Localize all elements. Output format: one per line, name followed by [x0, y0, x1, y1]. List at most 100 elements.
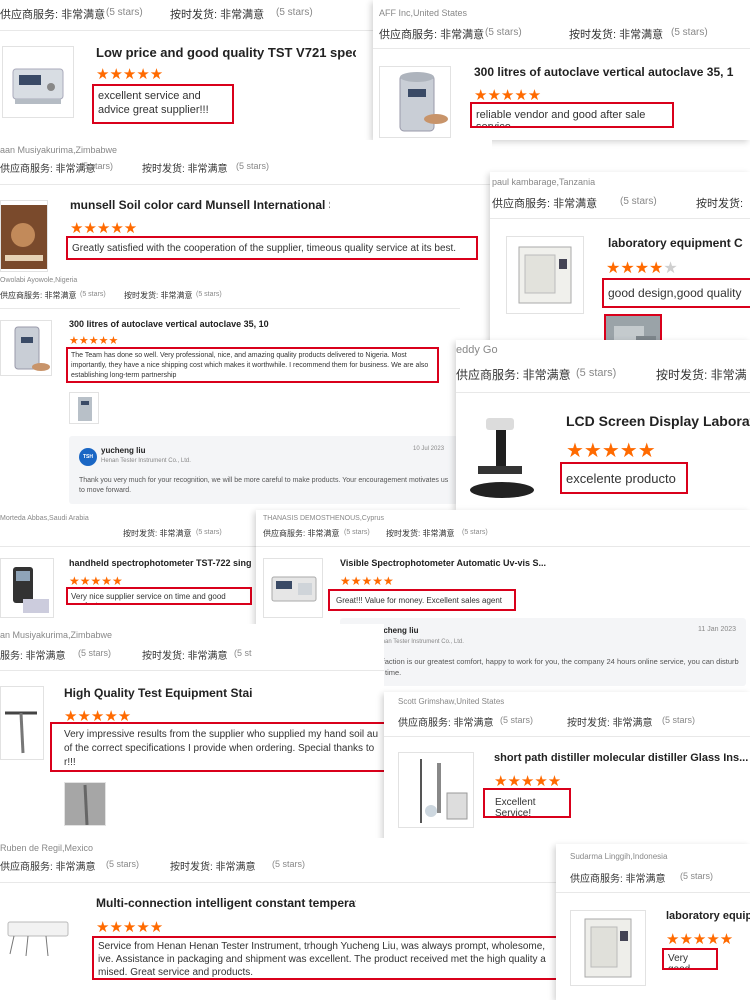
product-image[interactable] — [462, 414, 540, 502]
product-title[interactable]: short path distiller molecular distiller… — [494, 752, 750, 764]
product-title[interactable]: laboratory equip — [666, 910, 750, 922]
divider — [0, 882, 556, 883]
autoclave-image — [14, 326, 50, 371]
divider — [0, 546, 256, 547]
product-image[interactable] — [570, 910, 646, 986]
delivery-rating-stars: (5 stars) — [671, 27, 708, 38]
review-card-10: Scott Grimshaw,United States 供应商服务: 非常满意… — [384, 692, 750, 844]
delivery-rating-label: 按时发货: 非常满意 — [567, 718, 653, 729]
divider — [556, 892, 750, 893]
review-text: excellent service and advice great suppl… — [92, 84, 234, 124]
reviewer-name: THANASIS DEMOSTHENOUS,Cyprus — [263, 515, 384, 522]
rating-stars: ★★★★★ — [96, 66, 164, 83]
delivery-rating-label: 按时发货: 非常满意 — [170, 862, 256, 873]
delivery-rating-label: 按时发货: 非常满意 — [170, 9, 265, 21]
delivery-rating-stars: (5 stars) — [196, 291, 222, 298]
product-title[interactable]: laboratory equipment C — [608, 236, 750, 250]
delivery-rating-label: 按时发货: 非常满 — [656, 368, 747, 382]
reviewer-name: AFF Inc,United States — [379, 8, 468, 18]
divider — [0, 670, 384, 671]
reviewer-name: Sudarma Linggih,Indonesia — [570, 852, 668, 861]
product-image[interactable] — [2, 46, 74, 118]
service-rating-label: 供应商服务: 非常满意 — [456, 368, 571, 382]
rating-stars: ★★★★★ — [666, 931, 734, 948]
delivery-rating-label: 按时发货: 非常满意 — [142, 164, 228, 175]
product-title[interactable]: High Quality Test Equipment Stainle — [64, 686, 252, 700]
product-image[interactable] — [263, 558, 323, 618]
product-title[interactable]: Multi-connection intelligent constant te… — [96, 896, 356, 910]
supplier-reply: TSH yucheng liu Henan Tester Instrument … — [69, 436, 458, 504]
product-title[interactable]: LCD Screen Display Laborato — [566, 413, 750, 429]
product-image[interactable] — [0, 320, 52, 376]
product-title[interactable]: 300 litres of autoclave vertical autocla… — [474, 65, 734, 79]
soil-auger-image — [5, 711, 37, 754]
divider — [384, 736, 750, 737]
service-rating-stars: (5 stars) — [80, 161, 114, 171]
review-card-7: Morteda Abbas,Saudi Arabia 按时发货: 非常满意 (5… — [0, 510, 256, 628]
product-title[interactable]: Low price and good quality TST V721 spec… — [96, 45, 356, 60]
delivery-rating-stars: (5 stars) — [276, 7, 313, 18]
review-card-9: an Musiyakurima,Zimbabwe 服务: 非常满意 (5 sta… — [0, 624, 384, 838]
review-text: reliable vendor and good after sale serv… — [470, 102, 674, 128]
thermostat-image — [7, 921, 69, 957]
product-title[interactable]: handheld spectrophotometer TST-722 singl… — [69, 558, 252, 568]
delivery-rating-stars: (5 stars) — [272, 859, 306, 869]
review-text: Great!!! Value for money. Excellent sale… — [328, 589, 516, 611]
service-rating-stars: (5 stars) — [620, 196, 657, 207]
delivery-rating-label: 按时发货: 非常满意 — [569, 29, 664, 41]
product-image[interactable] — [398, 752, 474, 828]
service-rating-label: 供应商服务: 非常满意 — [570, 874, 666, 885]
company-logo-icon: TSH — [79, 448, 97, 466]
service-rating-stars: (5 stars) — [78, 648, 112, 658]
product-title[interactable]: 300 litres of autoclave vertical autocla… — [69, 319, 269, 329]
divider — [490, 218, 750, 219]
review-text: The Team has done so well. Very professi… — [66, 347, 439, 383]
reviewer-name: paul kambarage,Tanzania — [492, 177, 596, 187]
service-rating-label: 供应商服务: 非常满意 — [492, 198, 598, 210]
review-text: Very impressive results from the supplie… — [50, 722, 384, 772]
review-text: Service from Henan Henan Tester Instrume… — [92, 936, 556, 980]
product-image[interactable] — [379, 66, 451, 138]
service-rating-stars: (5 stars) — [576, 367, 617, 379]
divider — [256, 546, 750, 547]
product-title[interactable]: munsell Soil color card Munsell Internat… — [70, 198, 330, 212]
delivery-rating-stars: (5 stars) — [236, 161, 270, 171]
review-card-2: AFF Inc,United States 供应商服务: 非常满意 (5 sta… — [373, 0, 750, 140]
reviewer-name: Morteda Abbas,Saudi Arabia — [0, 515, 89, 522]
review-card-5: Owolabi Ayowole,Nigeria 供应商服务: 非常满意 (5 s… — [0, 272, 460, 510]
product-image[interactable] — [0, 686, 44, 760]
delivery-rating-stars: (5 stars) — [662, 715, 696, 725]
oven-image — [584, 918, 632, 978]
delivery-rating-label: 按时发货: 非常满意 — [386, 529, 455, 538]
review-card-6: eddy Go 供应商服务: 非常满意 (5 stars) 按时发货: 非常满 … — [456, 340, 750, 510]
product-image[interactable] — [0, 200, 48, 272]
review-card-12: Sudarma Linggih,Indonesia 供应商服务: 非常满意 (5… — [556, 844, 750, 1000]
reviewer-name: Ruben de Regil,Mexico — [0, 843, 94, 853]
product-image[interactable] — [506, 236, 584, 314]
divider — [0, 308, 460, 309]
review-photo-image — [78, 397, 92, 421]
reply-author: yucheng liu — [101, 446, 146, 455]
service-rating-label: 供应商服务: 非常满意 — [379, 29, 485, 41]
product-image[interactable] — [0, 898, 74, 972]
product-title[interactable]: Visible Spectrophotometer Automatic Uv-v… — [340, 558, 550, 568]
reply-date: 10 Jul 2023 — [413, 446, 445, 452]
delivery-rating-label: 按时发货: 非常满意 — [142, 651, 228, 662]
review-text: Greatly satisfied with the cooperation o… — [66, 236, 478, 260]
review-photo-image — [65, 783, 105, 825]
reviewer-name: Owolabi Ayowole,Nigeria — [0, 277, 78, 284]
supplier-reply: TSH yucheng liu Henan Tester Instrument … — [340, 618, 746, 686]
delivery-rating-label: 按时发货: 非常满意 — [124, 291, 193, 300]
reply-date: 11 Jan 2023 — [698, 626, 737, 633]
review-photo[interactable] — [69, 392, 99, 424]
divider — [0, 30, 378, 31]
service-rating-stars: (5 stars) — [106, 7, 143, 18]
service-rating-stars: (5 stars) — [680, 871, 714, 881]
service-rating-label: 服务: 非常满意 — [0, 651, 66, 662]
reply-text: Thank you very much for your recognition… — [79, 477, 449, 494]
review-text: Very nice supplier service on time and g… — [66, 587, 252, 605]
delivery-rating-label: 按时发货: 非常满意 — [123, 529, 192, 538]
rating-stars: ★★★★★ — [606, 260, 678, 277]
product-image[interactable] — [0, 558, 54, 618]
review-photo[interactable] — [64, 782, 106, 826]
